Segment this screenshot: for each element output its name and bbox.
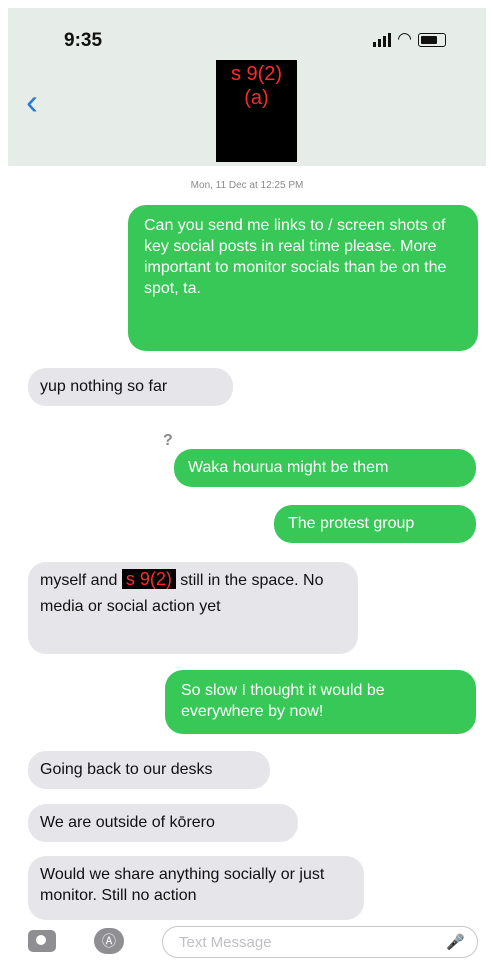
- battery-icon: [418, 33, 446, 47]
- message-sent-1[interactable]: Can you send me links to / screen shots …: [128, 205, 478, 351]
- message-text-before: myself and: [40, 572, 118, 589]
- message-text: Going back to our desks: [40, 761, 213, 778]
- message-sent-2[interactable]: Waka hourua might be them: [174, 449, 476, 487]
- microphone-icon[interactable]: 🎤: [446, 933, 465, 951]
- message-sent-4[interactable]: So slow I thought it would be everywhere…: [165, 670, 476, 734]
- camera-icon[interactable]: [28, 930, 56, 952]
- message-input[interactable]: Text Message 🎤: [162, 926, 478, 958]
- message-input-placeholder: Text Message: [179, 934, 272, 951]
- message-text: Would we share anything socially or just…: [40, 866, 325, 904]
- message-text: So slow I thought it would be everywhere…: [181, 682, 385, 720]
- messages-screen: 9:35 ◠ ‹ s 9(2) (a) Mon, 11 Dec at 12:25…: [8, 8, 486, 966]
- redacted-name: s 9(2): [121, 569, 176, 589]
- message-text: Can you send me links to / screen shots …: [144, 217, 447, 297]
- chevron-left-icon[interactable]: ‹: [26, 84, 38, 120]
- message-text: Waka hourua might be them: [188, 459, 389, 476]
- unknown-status-marker: ?: [163, 432, 173, 449]
- message-sent-3[interactable]: The protest group: [274, 505, 476, 543]
- message-received-1[interactable]: yup nothing so far: [28, 368, 233, 406]
- compose-bar: Ⓐ Text Message 🎤: [8, 920, 486, 966]
- app-store-icon[interactable]: Ⓐ: [94, 928, 124, 954]
- message-text: yup nothing so far: [40, 378, 168, 395]
- message-received-2[interactable]: myself and s 9(2) still in the space. No…: [28, 562, 358, 654]
- wifi-icon: ◠: [397, 29, 412, 48]
- thread-timestamp: Mon, 11 Dec at 12:25 PM: [190, 180, 304, 191]
- status-time: 9:35: [64, 30, 103, 51]
- message-text: We are outside of kōrero: [40, 814, 215, 831]
- redaction-label-1: s 9(2): [230, 63, 283, 85]
- conversation-header: 9:35 ◠ ‹ s 9(2) (a): [8, 8, 486, 166]
- message-received-4[interactable]: We are outside of kōrero: [28, 804, 298, 842]
- message-text: The protest group: [288, 515, 415, 532]
- redacted-contact-name: s 9(2) (a): [216, 60, 297, 162]
- message-received-5[interactable]: Would we share anything socially or just…: [28, 856, 364, 920]
- message-received-3[interactable]: Going back to our desks: [28, 751, 270, 789]
- status-icons: ◠: [373, 30, 446, 47]
- signal-icon: [373, 33, 392, 47]
- redaction-label-2: (a): [244, 87, 269, 109]
